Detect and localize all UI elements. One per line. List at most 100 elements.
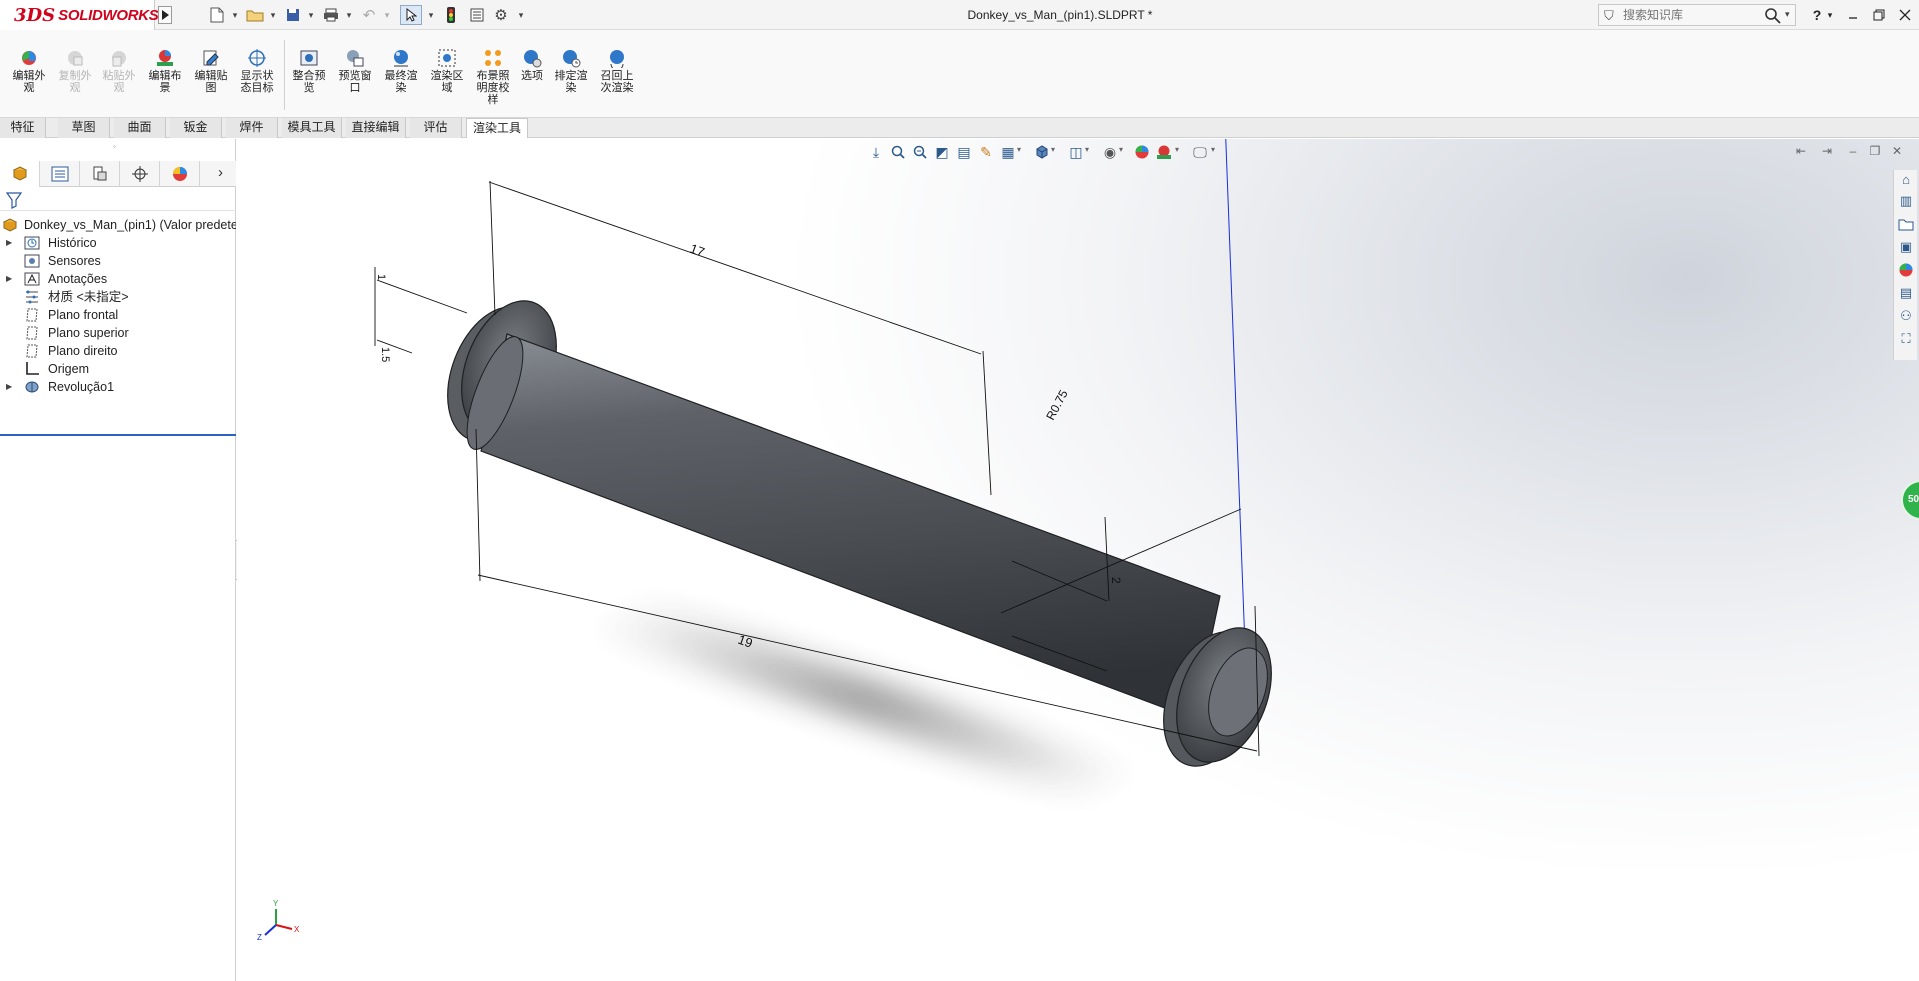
- options-gear-icon[interactable]: ⚙: [490, 5, 512, 25]
- coordinate-triad: Y X Z: [257, 899, 300, 942]
- paste-appearance-button[interactable]: 粘贴外观: [98, 48, 140, 94]
- tab-render-tools[interactable]: 渲染工具: [466, 118, 528, 138]
- print-icon[interactable]: [320, 5, 342, 25]
- open-dropdown-icon[interactable]: ▾: [268, 5, 278, 25]
- search-scope-icon[interactable]: ⛉: [1604, 8, 1614, 24]
- tree-item-origin[interactable]: Origem: [0, 360, 236, 378]
- annotations-icon: [24, 272, 40, 286]
- copy-appearance-icon: [68, 51, 83, 66]
- undo-icon[interactable]: ↶: [358, 5, 380, 25]
- command-label: 渲染区域: [430, 70, 464, 94]
- tree-root-part[interactable]: Donkey_vs_Man_(pin1) (Valor predetermina…: [0, 216, 236, 234]
- display-state-target-button[interactable]: 显示状态目标: [236, 48, 278, 94]
- knowledge-base-search[interactable]: ⛉ ▾: [1598, 4, 1796, 26]
- tab-surfaces[interactable]: 曲面: [114, 118, 166, 138]
- options-dropdown-icon[interactable]: ▾: [516, 5, 526, 25]
- minimize-icon[interactable]: [1842, 4, 1864, 26]
- solidworks-resources-home-icon[interactable]: ⌂: [1897, 170, 1915, 188]
- copy-appearance-button[interactable]: 复制外观: [54, 48, 96, 94]
- tab-display-manager[interactable]: [160, 161, 200, 187]
- restore-icon[interactable]: [1868, 4, 1890, 26]
- menu-expand-arrow-icon[interactable]: [158, 6, 172, 24]
- tab-feature-manager[interactable]: [0, 161, 40, 187]
- tree-item-revolve1[interactable]: ▶ Revolução1: [0, 378, 236, 396]
- tab-sketch[interactable]: 草图: [58, 118, 110, 138]
- close-icon[interactable]: [1894, 4, 1916, 26]
- select-dropdown-icon[interactable]: ▾: [426, 5, 436, 25]
- tab-sheet-metal[interactable]: 钣金: [170, 118, 222, 138]
- render-region-icon: [438, 49, 456, 67]
- command-label: 布景照明度校样: [476, 70, 510, 106]
- tree-filter-row[interactable]: [0, 189, 236, 211]
- filter-icon[interactable]: [6, 191, 22, 209]
- panel-tab-bar: ›: [0, 161, 236, 187]
- new-document-icon[interactable]: [206, 5, 228, 25]
- tree-item-sensors[interactable]: Sensores: [0, 252, 236, 270]
- save-dropdown-icon[interactable]: ▾: [306, 5, 316, 25]
- rebuild-traffic-light-icon[interactable]: [440, 5, 462, 25]
- panel-more-chevron-icon[interactable]: ›: [218, 164, 223, 181]
- save-icon[interactable]: [282, 5, 304, 25]
- render-options-button[interactable]: 选项: [511, 48, 553, 82]
- view-palette-icon[interactable]: ▣: [1897, 238, 1915, 256]
- tab-evaluate[interactable]: 评估: [410, 118, 462, 138]
- tree-item-annotations[interactable]: ▶ Anotações: [0, 270, 236, 288]
- search-icon[interactable]: [1765, 5, 1781, 29]
- recall-last-render-button[interactable]: 召回上次渲染: [596, 48, 638, 94]
- tab-property-manager[interactable]: [40, 161, 80, 187]
- tab-dimxpert-manager[interactable]: [120, 161, 160, 187]
- tree-item-label: Plano frontal: [48, 308, 119, 322]
- tree-item-right-plane[interactable]: Plano direito: [0, 342, 236, 360]
- history-icon: [24, 236, 40, 250]
- print-dropdown-icon[interactable]: ▾: [344, 5, 354, 25]
- preview-window-button[interactable]: 预览窗口: [334, 48, 376, 94]
- scene-illumination-proof-button[interactable]: 布景照明度校样: [472, 48, 514, 106]
- file-properties-icon[interactable]: [466, 5, 488, 25]
- search-dropdown-icon[interactable]: ▾: [1785, 9, 1790, 20]
- expand-arrow-icon[interactable]: ▶: [6, 378, 12, 396]
- render-region-button[interactable]: 渲染区域: [426, 48, 468, 94]
- search-input[interactable]: [1623, 7, 1759, 23]
- solidworks-logo[interactable]: 3DS SOLIDWORKS: [0, 0, 159, 30]
- help-dropdown-icon[interactable]: ▾: [1824, 4, 1836, 26]
- edit-appearance-button[interactable]: 编辑外观: [8, 48, 50, 94]
- edit-scene-button[interactable]: 编辑布景: [144, 48, 186, 94]
- tree-item-label: 材质 <未指定>: [48, 290, 129, 304]
- tree-item-front-plane[interactable]: Plano frontal: [0, 306, 236, 324]
- integrated-preview-button[interactable]: 整合预览: [288, 48, 330, 94]
- rollback-bar[interactable]: [0, 434, 236, 436]
- final-render-button[interactable]: 最终渲染: [380, 48, 422, 94]
- expand-arrow-icon[interactable]: ▶: [6, 234, 12, 252]
- tab-direct-editing[interactable]: 直接编辑: [346, 118, 406, 138]
- paste-appearance-icon: [112, 51, 126, 67]
- custom-properties-icon[interactable]: ▤: [1897, 284, 1915, 302]
- graphics-area[interactable]: ⤓ ◩ ▤ ✎ ▦ ▾ ▾ ◫ ▾ ◉ ▾ ▾ 🖵 ▾ ⇤ ⇥ – ❐ ✕ 17…: [237, 139, 1919, 981]
- tree-item-label: Revolução1: [48, 380, 115, 394]
- tab-mold-tools[interactable]: 模具工具: [282, 118, 342, 138]
- dimxpert-icon: [131, 166, 148, 182]
- appearances-scenes-icon[interactable]: [1897, 261, 1915, 279]
- open-folder-icon[interactable]: [244, 5, 266, 25]
- tree-item-history[interactable]: ▶ Histórico: [0, 234, 236, 252]
- edit-decal-button[interactable]: 编辑贴图: [190, 48, 232, 94]
- tree-item-top-plane[interactable]: Plano superior: [0, 324, 236, 342]
- tab-configuration-manager[interactable]: [80, 161, 120, 187]
- solidworks-forum-icon[interactable]: ⚇: [1897, 307, 1915, 325]
- command-label: 编辑外观: [12, 70, 46, 94]
- command-label: 编辑布景: [148, 70, 182, 94]
- select-cursor-icon[interactable]: [400, 5, 422, 25]
- design-checker-icon[interactable]: ⛶: [1897, 330, 1915, 348]
- panel-grip-icon[interactable]: ◦: [113, 142, 116, 151]
- design-library-icon[interactable]: ▥: [1897, 192, 1915, 210]
- dimension-right-head-thickness: 2: [1109, 577, 1123, 584]
- new-dropdown-icon[interactable]: ▾: [230, 5, 240, 25]
- tab-weldments[interactable]: 焊件: [226, 118, 278, 138]
- tree-item-material[interactable]: 材质 <未指定>: [0, 288, 236, 306]
- sensor-icon: [24, 254, 40, 268]
- file-explorer-icon[interactable]: [1897, 215, 1915, 233]
- command-label: 粘贴外观: [102, 70, 136, 94]
- tab-features[interactable]: 特征: [0, 118, 46, 138]
- schedule-render-button[interactable]: 排定渲染: [550, 48, 592, 94]
- undo-dropdown-icon[interactable]: ▾: [382, 5, 392, 25]
- expand-arrow-icon[interactable]: ▶: [6, 270, 12, 288]
